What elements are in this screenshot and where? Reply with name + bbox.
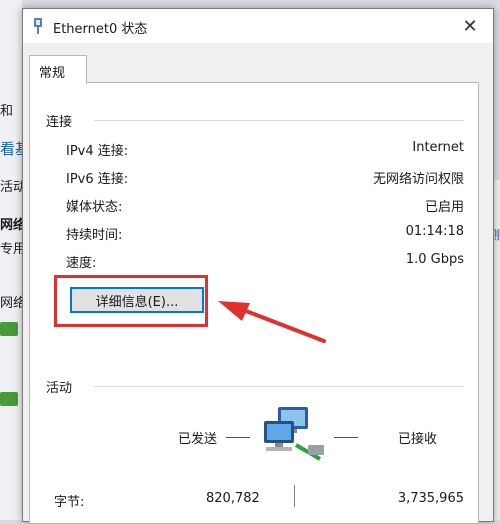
background-window [0, 0, 22, 520]
ethernet-status-dialog: Ethernet0 状态 ✕ 常规 连接 IPv4 连接: Internet I… [22, 8, 494, 524]
network-adapter-icon [0, 322, 18, 336]
red-arrow-icon [218, 301, 326, 343]
received-label: 已接收 [398, 432, 438, 447]
tab-label: 常规 [39, 66, 66, 81]
background-text: 专用 [0, 242, 22, 257]
ipv6-value: 无网络访问权限 [372, 172, 464, 187]
network-adapter-icon [0, 392, 18, 406]
received-line [334, 437, 358, 438]
general-panel: 连接 IPv4 连接: Internet IPv6 连接: 无网络访问权限 媒体… [29, 82, 479, 524]
speed-label: 速度: [66, 256, 97, 271]
window-title: Ethernet0 状态 [53, 22, 148, 37]
bytes-sent-value: 820,782 [206, 491, 260, 506]
ipv4-value: Internet [412, 140, 464, 155]
background-link: 看基 [0, 140, 22, 158]
ipv6-label: IPv6 连接: [66, 172, 129, 187]
title-bar[interactable]: Ethernet0 状态 ✕ [23, 9, 493, 43]
bytes-label: 字节: [54, 495, 85, 510]
background-text: 网络 [0, 296, 22, 311]
speed-value: 1.0 Gbps [405, 252, 464, 267]
media-state-value: 已启用 [424, 200, 464, 215]
close-button[interactable]: ✕ [447, 9, 493, 43]
details-button[interactable]: 详细信息(E)... [70, 287, 204, 313]
background-text: 活动 [0, 180, 22, 195]
bytes-received-value: 3,735,965 [397, 491, 464, 506]
duration-value: 01:14:18 [405, 224, 464, 239]
bytes-divider [294, 485, 295, 507]
background-text: 网络 [0, 218, 22, 233]
network-computers-icon [264, 407, 324, 461]
section-divider [94, 120, 464, 121]
section-divider [94, 386, 464, 387]
sent-label: 已发送 [178, 432, 218, 447]
background-text: 和 [0, 104, 14, 119]
sent-line [226, 437, 250, 438]
connection-heading: 连接 [46, 115, 73, 130]
ethernet-icon [34, 18, 42, 34]
duration-label: 持续时间: [66, 228, 123, 243]
tab-general[interactable]: 常规 [29, 55, 87, 84]
activity-heading: 活动 [46, 381, 73, 396]
media-state-label: 媒体状态: [66, 200, 123, 215]
ipv4-label: IPv4 连接: [66, 144, 129, 159]
